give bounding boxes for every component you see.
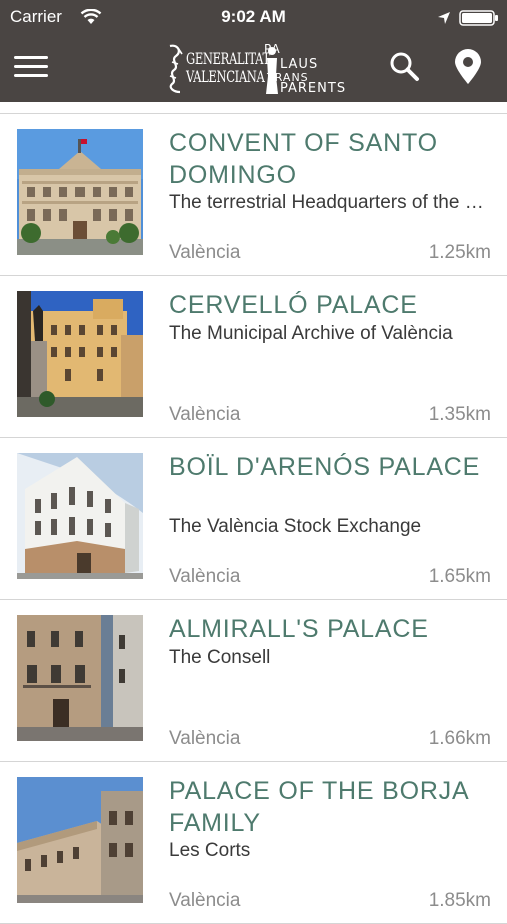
list-spacer: [0, 102, 507, 114]
place-city: València: [169, 242, 241, 263]
place-subtitle: The Municipal Archive of València: [169, 323, 453, 344]
place-city: València: [169, 566, 241, 587]
place-thumbnail: [17, 129, 143, 255]
place-distance: 1.65km: [428, 566, 491, 587]
place-thumbnail: [17, 291, 143, 417]
place-title: ALMIRALL'S PALACE: [169, 615, 429, 643]
generalitat-emblem-icon: [169, 44, 183, 94]
menu-icon[interactable]: [14, 54, 50, 80]
status-bar: Carrier 9:02 AM: [0, 0, 507, 34]
map-pin-icon[interactable]: [453, 49, 483, 85]
place-title: CERVELLÓ PALACE: [169, 291, 418, 319]
generalitat-valenciana-logo: GENERALITAT VALENCIANA: [166, 42, 270, 96]
place-distance: 1.25km: [428, 242, 491, 263]
places-list: CONVENT OF SANTO DOMINGO The terrestrial…: [0, 102, 507, 924]
palaus-transparents-logo: PA LAUS TRANS PARENTS: [264, 42, 347, 96]
place-city: València: [169, 728, 241, 749]
place-card[interactable]: BOÏL D'ARENÓS PALACE The València Stock …: [0, 438, 507, 600]
place-distance: 1.85km: [428, 890, 491, 911]
place-title: BOÏL D'ARENÓS PALACE: [169, 453, 481, 481]
location-arrow-icon: [438, 12, 450, 24]
app-header: Carrier 9:02 AM GENERALITAT VALENCIANA P…: [0, 0, 507, 102]
place-thumbnail: [17, 777, 143, 903]
place-thumbnail: [17, 615, 143, 741]
battery-icon: [459, 10, 498, 26]
place-city: València: [169, 890, 241, 911]
nav-bar: GENERALITAT VALENCIANA PA LAUS TRANS PAR…: [0, 34, 507, 102]
place-title: CONVENT OF SANTO DOMINGO: [169, 129, 438, 189]
place-thumbnail: [17, 453, 143, 579]
place-city: València: [169, 404, 241, 425]
place-distance: 1.35km: [428, 404, 491, 425]
place-subtitle: Les Corts: [169, 840, 251, 861]
place-card[interactable]: CONVENT OF SANTO DOMINGO The terrestrial…: [0, 114, 507, 276]
logo-generalitat-text: GENERALITAT VALENCIANA: [186, 49, 270, 86]
clock: 9:02 AM: [221, 7, 286, 26]
place-card[interactable]: CERVELLÓ PALACE The Municipal Archive of…: [0, 276, 507, 438]
search-icon[interactable]: [389, 51, 421, 83]
place-subtitle: The terrestrial Headquarters of the Span…: [169, 192, 491, 213]
place-distance: 1.66km: [428, 728, 491, 749]
place-card[interactable]: ALMIRALL'S PALACE The Consell València 1…: [0, 600, 507, 762]
place-subtitle: The Consell: [169, 647, 271, 668]
place-title: PALACE OF THE BORJA FAMILY: [169, 777, 469, 837]
place-subtitle: The València Stock Exchange: [169, 516, 422, 537]
